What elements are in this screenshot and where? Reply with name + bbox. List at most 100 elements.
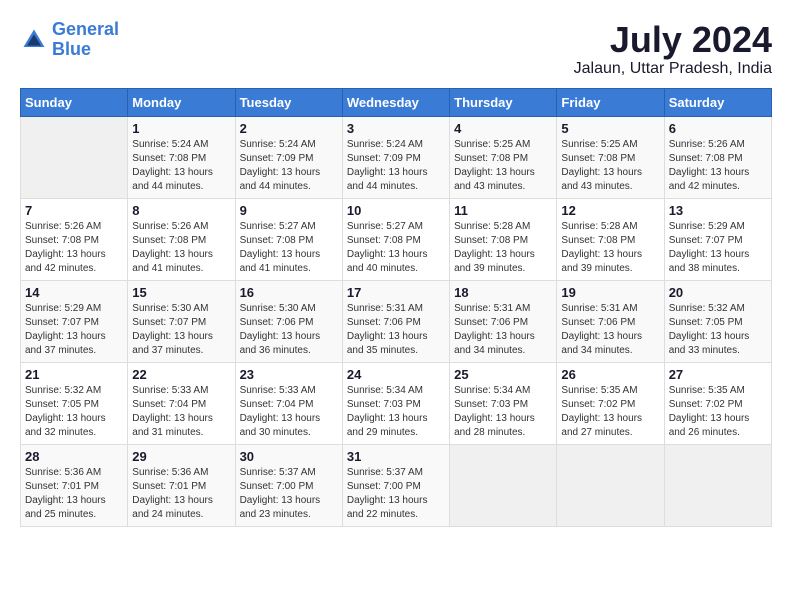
day-detail: Sunrise: 5:24 AMSunset: 7:08 PMDaylight:… [132, 138, 230, 194]
day-detail: Sunrise: 5:34 AMSunset: 7:03 PMDaylight:… [347, 384, 445, 440]
day-number: 13 [669, 203, 767, 218]
calendar-week-2: 7 Sunrise: 5:26 AMSunset: 7:08 PMDaylight… [21, 198, 772, 280]
calendar-cell [664, 444, 771, 526]
logo: General Blue [20, 20, 119, 60]
day-number: 6 [669, 121, 767, 136]
calendar-cell: 27Sunrise: 5:35 AMSunset: 7:02 PMDayligh… [664, 362, 771, 444]
calendar-cell: 26 Sunrise: 5:35 AMSunset: 7:02 PMDayligh… [557, 362, 664, 444]
day-number: 8 [132, 203, 230, 218]
calendar-header-saturday: Saturday [664, 88, 771, 116]
calendar-cell: 21Sunrise: 5:32 AMSunset: 7:05 PMDayligh… [21, 362, 128, 444]
day-number: 28 [25, 449, 123, 464]
page-header: General Blue July 2024 Jalaun, Uttar Pra… [20, 20, 772, 78]
calendar-header-row: SundayMondayTuesdayWednesdayThursdayFrid… [21, 88, 772, 116]
day-number: 1 [132, 121, 230, 136]
calendar-cell: 17 Sunrise: 5:31 AMSunset: 7:06 PMDayligh… [342, 280, 449, 362]
calendar-cell: 1 Sunrise: 5:24 AMSunset: 7:08 PMDaylight… [128, 116, 235, 198]
calendar-cell: 18 Sunrise: 5:31 AMSunset: 7:06 PMDayligh… [450, 280, 557, 362]
day-number: 17 [347, 285, 445, 300]
day-number: 29 [132, 449, 230, 464]
day-number: 9 [240, 203, 338, 218]
calendar-cell: 10 Sunrise: 5:27 AMSunset: 7:08 PMDayligh… [342, 198, 449, 280]
day-number: 30 [240, 449, 338, 464]
calendar-cell [450, 444, 557, 526]
calendar-cell: 31 Sunrise: 5:37 AMSunset: 7:00 PMDayligh… [342, 444, 449, 526]
day-number: 24 [347, 367, 445, 382]
calendar-cell: 16 Sunrise: 5:30 AMSunset: 7:06 PMDayligh… [235, 280, 342, 362]
logo-line1: General [52, 19, 119, 39]
day-number: 21 [25, 367, 123, 382]
calendar-cell [557, 444, 664, 526]
day-number: 7 [25, 203, 123, 218]
calendar-cell: 22Sunrise: 5:33 AMSunset: 7:04 PMDayligh… [128, 362, 235, 444]
calendar-header-monday: Monday [128, 88, 235, 116]
month-year: July 2024 [574, 20, 772, 60]
calendar-header-thursday: Thursday [450, 88, 557, 116]
day-detail: Sunrise: 5:37 AMSunset: 7:00 PMDaylight:… [347, 466, 445, 522]
day-number: 3 [347, 121, 445, 136]
logo-icon [20, 26, 48, 54]
day-detail: Sunrise: 5:35 AMSunset: 7:02 PMDaylight:… [561, 384, 659, 440]
calendar-cell: 28Sunrise: 5:36 AMSunset: 7:01 PMDayligh… [21, 444, 128, 526]
calendar-cell: 19Sunrise: 5:31 AMSunset: 7:06 PMDayligh… [557, 280, 664, 362]
day-detail: Sunrise: 5:26 AMSunset: 7:08 PMDaylight:… [25, 220, 123, 276]
day-number: 15 [132, 285, 230, 300]
day-detail: Sunrise: 5:27 AMSunset: 7:08 PMDaylight:… [240, 220, 338, 276]
calendar-cell: 25 Sunrise: 5:34 AMSunset: 7:03 PMDayligh… [450, 362, 557, 444]
day-number: 12 [561, 203, 659, 218]
calendar-cell: 7 Sunrise: 5:26 AMSunset: 7:08 PMDaylight… [21, 198, 128, 280]
day-detail: Sunrise: 5:24 AMSunset: 7:09 PMDaylight:… [240, 138, 338, 194]
location: Jalaun, Uttar Pradesh, India [574, 60, 772, 78]
calendar-header-tuesday: Tuesday [235, 88, 342, 116]
day-detail: Sunrise: 5:32 AMSunset: 7:05 PMDaylight:… [669, 302, 767, 358]
logo-line2: Blue [52, 40, 119, 60]
day-detail: Sunrise: 5:29 AMSunset: 7:07 PMDaylight:… [669, 220, 767, 276]
calendar-cell: 23Sunrise: 5:33 AMSunset: 7:04 PMDayligh… [235, 362, 342, 444]
day-detail: Sunrise: 5:29 AMSunset: 7:07 PMDaylight:… [25, 302, 123, 358]
calendar-cell: 30Sunrise: 5:37 AMSunset: 7:00 PMDayligh… [235, 444, 342, 526]
day-number: 31 [347, 449, 445, 464]
calendar-cell: 15 Sunrise: 5:30 AMSunset: 7:07 PMDayligh… [128, 280, 235, 362]
calendar-cell [21, 116, 128, 198]
day-detail: Sunrise: 5:36 AMSunset: 7:01 PMDaylight:… [132, 466, 230, 522]
day-number: 10 [347, 203, 445, 218]
day-number: 18 [454, 285, 552, 300]
day-number: 26 [561, 367, 659, 382]
calendar-table: SundayMondayTuesdayWednesdayThursdayFrid… [20, 88, 772, 527]
day-detail: Sunrise: 5:26 AMSunset: 7:08 PMDaylight:… [669, 138, 767, 194]
day-number: 2 [240, 121, 338, 136]
day-detail: Sunrise: 5:26 AMSunset: 7:08 PMDaylight:… [132, 220, 230, 276]
calendar-cell: 29 Sunrise: 5:36 AMSunset: 7:01 PMDayligh… [128, 444, 235, 526]
calendar-cell: 24 Sunrise: 5:34 AMSunset: 7:03 PMDayligh… [342, 362, 449, 444]
day-detail: Sunrise: 5:34 AMSunset: 7:03 PMDaylight:… [454, 384, 552, 440]
calendar-cell: 11 Sunrise: 5:28 AMSunset: 7:08 PMDayligh… [450, 198, 557, 280]
calendar-week-1: 1 Sunrise: 5:24 AMSunset: 7:08 PMDaylight… [21, 116, 772, 198]
day-number: 25 [454, 367, 552, 382]
day-detail: Sunrise: 5:24 AMSunset: 7:09 PMDaylight:… [347, 138, 445, 194]
day-number: 5 [561, 121, 659, 136]
calendar-cell: 6 Sunrise: 5:26 AMSunset: 7:08 PMDaylight… [664, 116, 771, 198]
day-detail: Sunrise: 5:30 AMSunset: 7:07 PMDaylight:… [132, 302, 230, 358]
calendar-cell: 3 Sunrise: 5:24 AMSunset: 7:09 PMDaylight… [342, 116, 449, 198]
day-detail: Sunrise: 5:30 AMSunset: 7:06 PMDaylight:… [240, 302, 338, 358]
logo-text: General Blue [52, 20, 119, 60]
day-detail: Sunrise: 5:25 AMSunset: 7:08 PMDaylight:… [561, 138, 659, 194]
calendar-cell: 20Sunrise: 5:32 AMSunset: 7:05 PMDayligh… [664, 280, 771, 362]
calendar-body: 1 Sunrise: 5:24 AMSunset: 7:08 PMDaylight… [21, 116, 772, 526]
day-number: 16 [240, 285, 338, 300]
calendar-cell: 12Sunrise: 5:28 AMSunset: 7:08 PMDayligh… [557, 198, 664, 280]
day-detail: Sunrise: 5:27 AMSunset: 7:08 PMDaylight:… [347, 220, 445, 276]
calendar-header-wednesday: Wednesday [342, 88, 449, 116]
calendar-cell: 5 Sunrise: 5:25 AMSunset: 7:08 PMDaylight… [557, 116, 664, 198]
day-number: 11 [454, 203, 552, 218]
calendar-week-3: 14 Sunrise: 5:29 AMSunset: 7:07 PMDayligh… [21, 280, 772, 362]
day-detail: Sunrise: 5:31 AMSunset: 7:06 PMDaylight:… [454, 302, 552, 358]
day-number: 27 [669, 367, 767, 382]
calendar-week-5: 28 Sunrise: 5:36 AMSunset: 7:01 PMDayligh… [21, 444, 772, 526]
day-number: 14 [25, 285, 123, 300]
calendar-header-friday: Friday [557, 88, 664, 116]
calendar-cell: 14 Sunrise: 5:29 AMSunset: 7:07 PMDayligh… [21, 280, 128, 362]
day-detail: Sunrise: 5:31 AMSunset: 7:06 PMDaylight:… [347, 302, 445, 358]
title-block: July 2024 Jalaun, Uttar Pradesh, India [574, 20, 772, 78]
day-detail: Sunrise: 5:28 AMSunset: 7:08 PMDaylight:… [454, 220, 552, 276]
